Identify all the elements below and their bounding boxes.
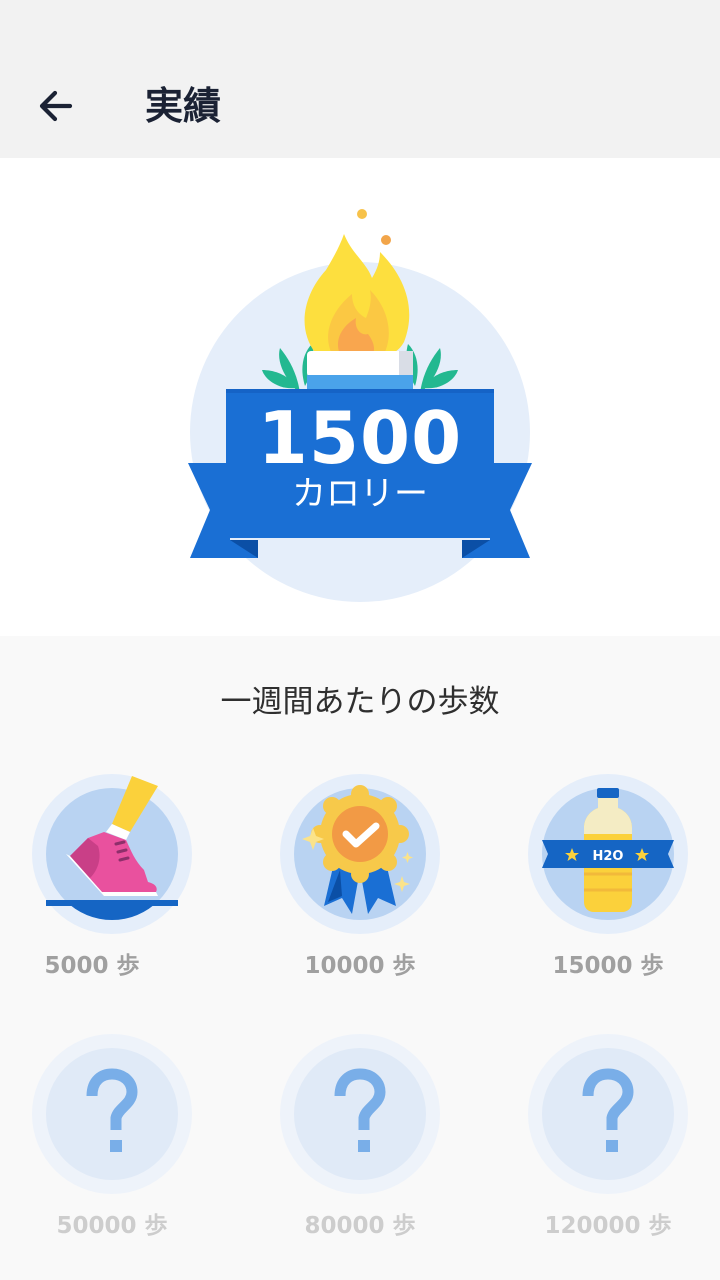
badge-80000[interactable]: 80000 歩 [260,1034,460,1264]
medal-check-icon [280,774,440,934]
app-bar: 実績 [0,0,720,158]
water-bottle-icon: H2O [528,774,688,934]
sneaker-icon [32,774,192,934]
badge-label: 15000 歩 [552,953,664,979]
hero-achievement: 1500 カロリー [0,158,720,636]
back-button[interactable] [30,80,82,132]
badge-label: 5000 歩 [44,953,140,979]
badge-120000[interactable]: 120000 歩 [508,1034,708,1264]
badge-50000[interactable]: 50000 歩 [12,1034,212,1264]
weekly-steps-section: 一週間あたりの歩数 5000 歩 10000 歩 H2O 15000 歩 500… [0,636,720,1280]
calorie-value: 1500 [257,396,463,480]
badge-5000[interactable]: 5000 歩 [12,774,212,1004]
question-mark-icon [528,1034,688,1194]
badge-label: 80000 歩 [304,1213,416,1239]
badge-grid: 5000 歩 10000 歩 H2O 15000 歩 50000 歩 80000… [0,636,720,1280]
badge-label: 120000 歩 [544,1213,672,1239]
arrow-left-icon [39,90,73,122]
question-mark-icon [280,1034,440,1194]
badge-10000[interactable]: 10000 歩 [260,774,460,1004]
badge-label: 50000 歩 [56,1213,168,1239]
svg-text:H2O: H2O [593,849,624,864]
calorie-unit: カロリー [292,474,428,514]
question-mark-icon [32,1034,192,1194]
page-title: 実績 [145,84,222,128]
badge-label: 10000 歩 [304,953,416,979]
badge-15000[interactable]: H2O 15000 歩 [508,774,708,1004]
